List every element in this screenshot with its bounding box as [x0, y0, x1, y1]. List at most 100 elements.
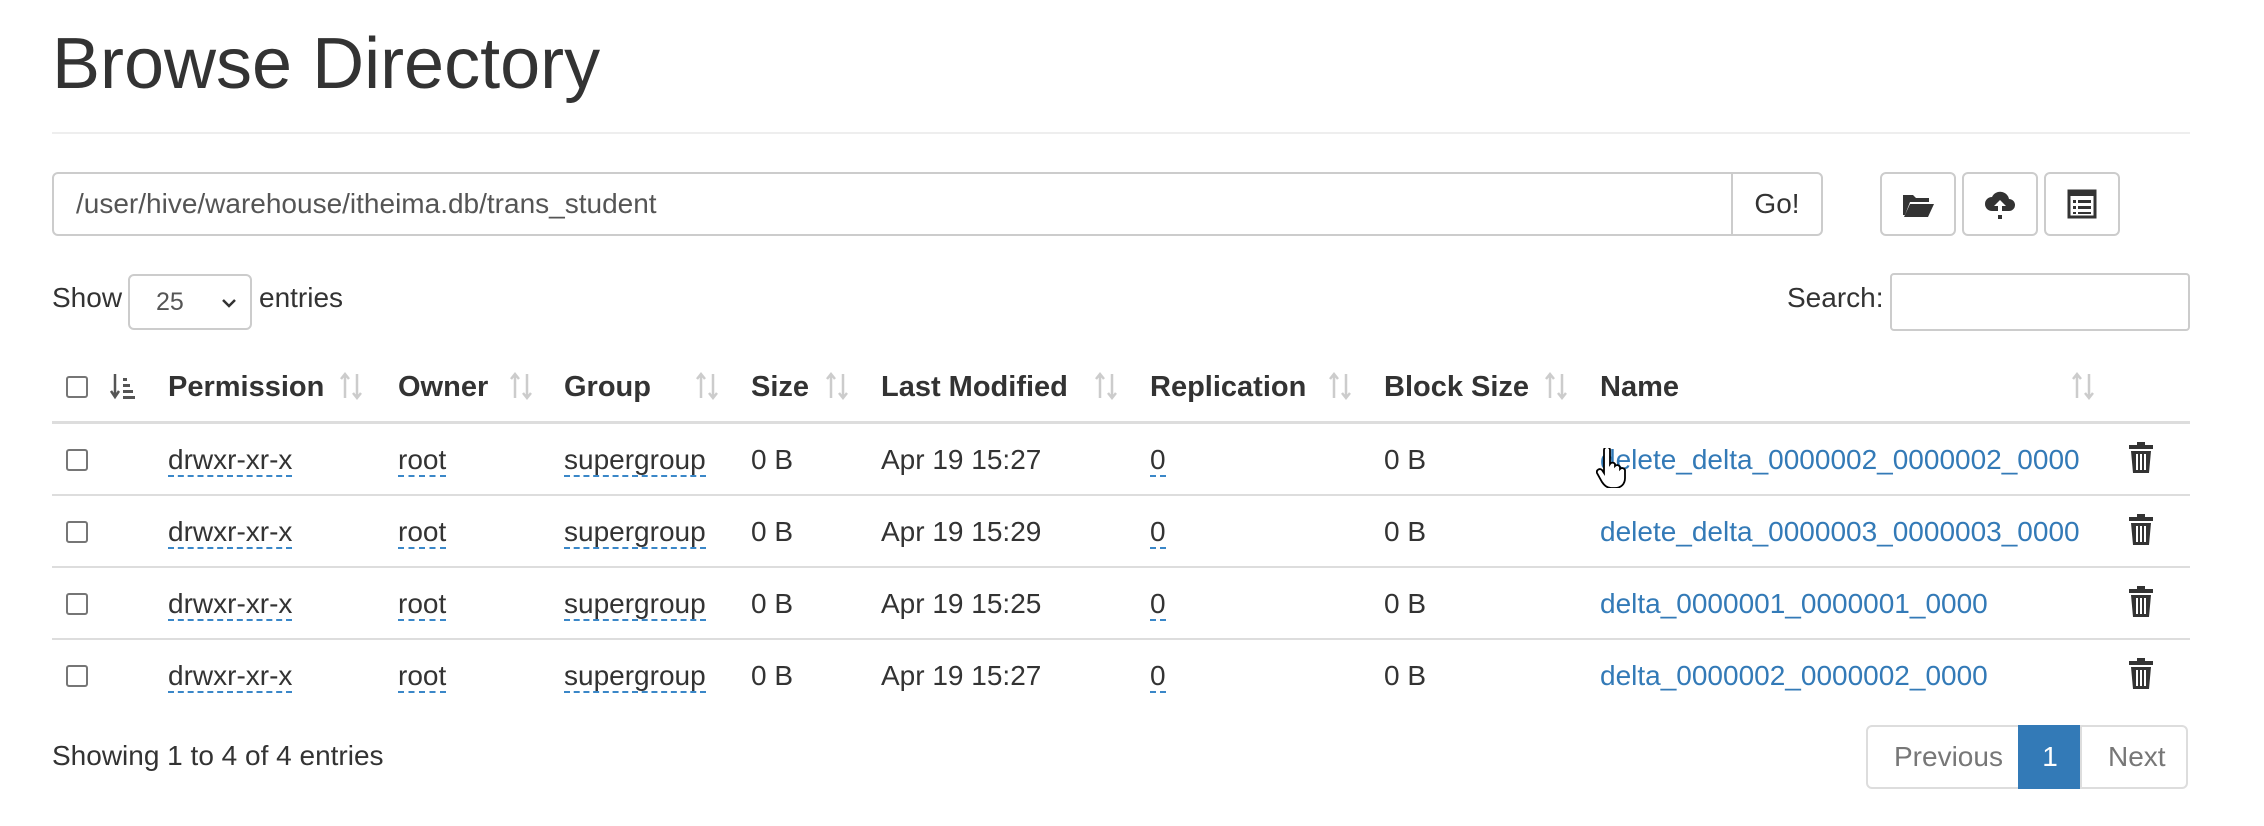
sort-icon[interactable]: [338, 370, 364, 404]
file-name-link[interactable]: delta_0000001_0000001_0000: [1600, 568, 1988, 640]
path-input[interactable]: [52, 172, 1733, 236]
create-directory-button[interactable]: [1880, 172, 1956, 236]
cut-paste-button[interactable]: [2044, 172, 2120, 236]
block-size-value: 0 B: [1384, 516, 1427, 547]
replication-value[interactable]: 0: [1150, 589, 1166, 621]
table-info: Showing 1 to 4 of 4 entries: [52, 740, 384, 771]
trash-icon[interactable]: [2128, 514, 2154, 546]
column-owner[interactable]: Owner: [398, 354, 488, 424]
folder-open-icon: [1903, 195, 1934, 217]
replication-value[interactable]: 0: [1150, 661, 1166, 693]
owner-cell[interactable]: root: [398, 496, 447, 568]
permission-value[interactable]: drwxr-xr-x: [168, 517, 293, 549]
replication-cell[interactable]: 0: [1150, 496, 1166, 568]
sort-icon[interactable]: [824, 370, 850, 404]
table-row: drwxr-xr-x root supergroup 0 B Apr 19 15…: [52, 496, 2190, 568]
sort-icon[interactable]: [1093, 370, 1119, 404]
owner-value[interactable]: root: [398, 589, 447, 621]
row-checkbox[interactable]: [66, 449, 88, 471]
permission-value[interactable]: drwxr-xr-x: [168, 445, 293, 477]
next-page-button[interactable]: Next: [2080, 725, 2188, 789]
group-value[interactable]: supergroup: [564, 517, 706, 549]
column-permission[interactable]: Permission: [168, 354, 324, 424]
chevron-down-icon: [222, 299, 236, 308]
column-block-size[interactable]: Block Size: [1384, 354, 1529, 424]
owner-value[interactable]: root: [398, 661, 447, 693]
search-label: Search:: [1787, 282, 1884, 313]
title-divider: [52, 132, 2190, 134]
permission-cell[interactable]: drwxr-xr-x: [168, 640, 293, 712]
trash-icon[interactable]: [2128, 586, 2154, 618]
show-label: Show: [52, 282, 123, 313]
entries-length-select[interactable]: 25: [128, 274, 252, 330]
permission-cell[interactable]: drwxr-xr-x: [168, 424, 293, 496]
row-checkbox[interactable]: [66, 665, 88, 687]
page-title: Browse Directory: [52, 24, 601, 104]
column-last-modified[interactable]: Last Modified: [881, 354, 1068, 424]
sort-icon[interactable]: [508, 370, 534, 404]
entries-length-value: 25: [156, 287, 184, 316]
sort-desc-icon[interactable]: [110, 370, 136, 404]
trash-icon[interactable]: [2128, 658, 2154, 690]
column-replication[interactable]: Replication: [1150, 354, 1306, 424]
modified-value: Apr 19 15:27: [881, 660, 1042, 691]
block-size-value: 0 B: [1384, 444, 1427, 475]
browse-directory-page: Browse Directory Go! Show 25 entri: [0, 0, 2264, 826]
permission-value[interactable]: drwxr-xr-x: [168, 661, 293, 693]
file-name-link[interactable]: delete_delta_0000003_0000003_0000: [1600, 496, 2080, 568]
table-header: Permission Owner Group Size Last Modifie…: [52, 354, 2190, 424]
search-input[interactable]: [1890, 273, 2190, 331]
block-size-value: 0 B: [1384, 588, 1427, 619]
group-cell[interactable]: supergroup: [564, 496, 706, 568]
sort-icon[interactable]: [1543, 370, 1569, 404]
column-name[interactable]: Name: [1600, 354, 1679, 424]
column-size[interactable]: Size: [751, 354, 809, 424]
select-all-checkbox[interactable]: [66, 376, 88, 398]
owner-cell[interactable]: root: [398, 640, 447, 712]
group-cell[interactable]: supergroup: [564, 640, 706, 712]
entries-label: entries: [259, 282, 344, 313]
size-value: 0 B: [751, 660, 794, 691]
group-value[interactable]: supergroup: [564, 589, 706, 621]
table-row: drwxr-xr-x root supergroup 0 B Apr 19 15…: [52, 640, 2190, 712]
trash-icon[interactable]: [2128, 442, 2154, 474]
owner-value[interactable]: root: [398, 517, 447, 549]
group-cell[interactable]: supergroup: [564, 424, 706, 496]
group-value[interactable]: supergroup: [564, 445, 706, 477]
sort-icon[interactable]: [694, 370, 720, 404]
go-button[interactable]: Go!: [1731, 172, 1823, 236]
sort-icon[interactable]: [2070, 370, 2096, 404]
upload-files-button[interactable]: [1962, 172, 2038, 236]
owner-value[interactable]: root: [398, 445, 447, 477]
size-value: 0 B: [751, 516, 794, 547]
owner-cell[interactable]: root: [398, 424, 447, 496]
row-checkbox[interactable]: [66, 593, 88, 615]
hand-cursor-icon: [1596, 448, 1626, 488]
permission-value[interactable]: drwxr-xr-x: [168, 589, 293, 621]
row-checkbox[interactable]: [66, 521, 88, 543]
replication-cell[interactable]: 0: [1150, 424, 1166, 496]
block-size-value: 0 B: [1384, 660, 1427, 691]
replication-value[interactable]: 0: [1150, 445, 1166, 477]
permission-cell[interactable]: drwxr-xr-x: [168, 496, 293, 568]
replication-cell[interactable]: 0: [1150, 568, 1166, 640]
previous-page-button[interactable]: Previous: [1866, 725, 2020, 789]
modified-value: Apr 19 15:25: [881, 588, 1042, 619]
column-group[interactable]: Group: [564, 354, 651, 424]
group-cell[interactable]: supergroup: [564, 568, 706, 640]
size-value: 0 B: [751, 588, 794, 619]
file-name-link[interactable]: delete_delta_0000002_0000002_0000: [1600, 424, 2080, 496]
permission-cell[interactable]: drwxr-xr-x: [168, 568, 293, 640]
page-1-button[interactable]: 1: [2018, 725, 2082, 789]
owner-cell[interactable]: root: [398, 568, 447, 640]
pagination: Previous 1 Next: [1866, 725, 2188, 789]
size-value: 0 B: [751, 444, 794, 475]
replication-value[interactable]: 0: [1150, 517, 1166, 549]
replication-cell[interactable]: 0: [1150, 640, 1166, 712]
list-icon: [2067, 189, 2097, 219]
sort-icon[interactable]: [1327, 370, 1353, 404]
modified-value: Apr 19 15:27: [881, 444, 1042, 475]
cloud-upload-icon: [1985, 191, 2015, 219]
group-value[interactable]: supergroup: [564, 661, 706, 693]
file-name-link[interactable]: delta_0000002_0000002_0000: [1600, 640, 1988, 712]
